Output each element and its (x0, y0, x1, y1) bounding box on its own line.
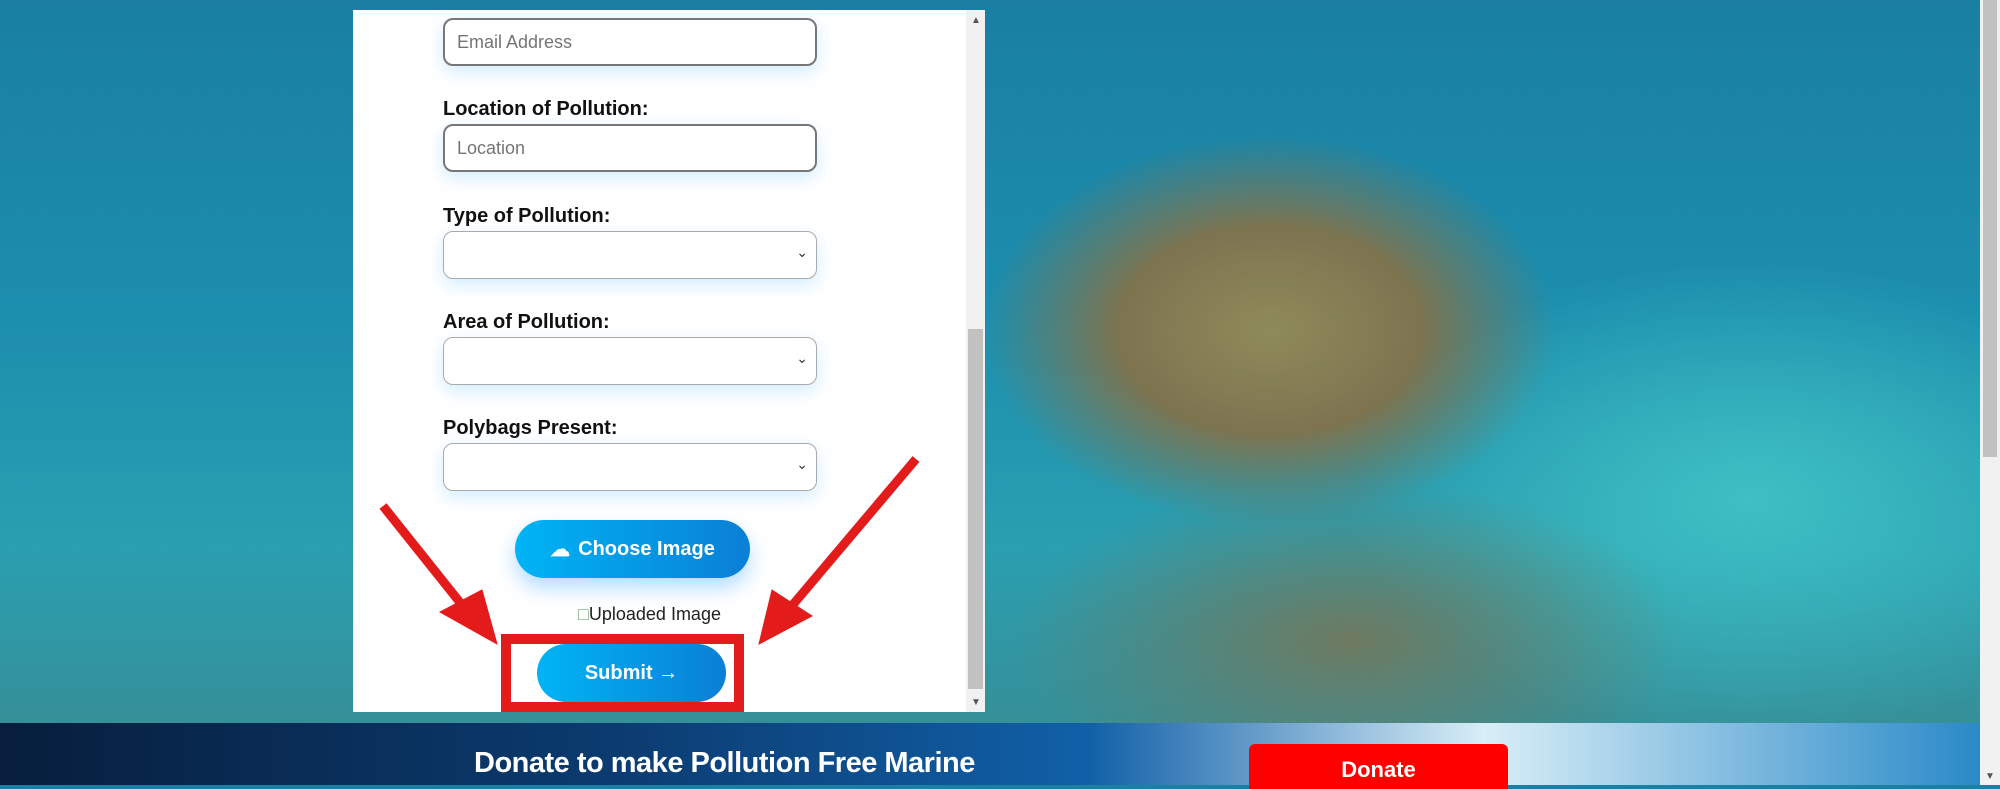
scroll-down-icon[interactable]: ▼ (1985, 771, 1995, 782)
arrow-left-shaft (379, 503, 474, 618)
arrow-left-head (438, 589, 498, 646)
donate-banner-text: Donate to make Pollution Free Marine (474, 747, 975, 779)
annotation-arrows (379, 456, 920, 646)
arrow-right-shaft (781, 456, 920, 617)
page-scrollbar-thumb[interactable] (1983, 0, 1997, 457)
donate-banner: Donate to make Pollution Free Marine Don… (0, 723, 1980, 789)
page-scrollbar[interactable]: ▼ (1980, 0, 2000, 785)
donate-button[interactable]: Donate (1249, 744, 1508, 789)
